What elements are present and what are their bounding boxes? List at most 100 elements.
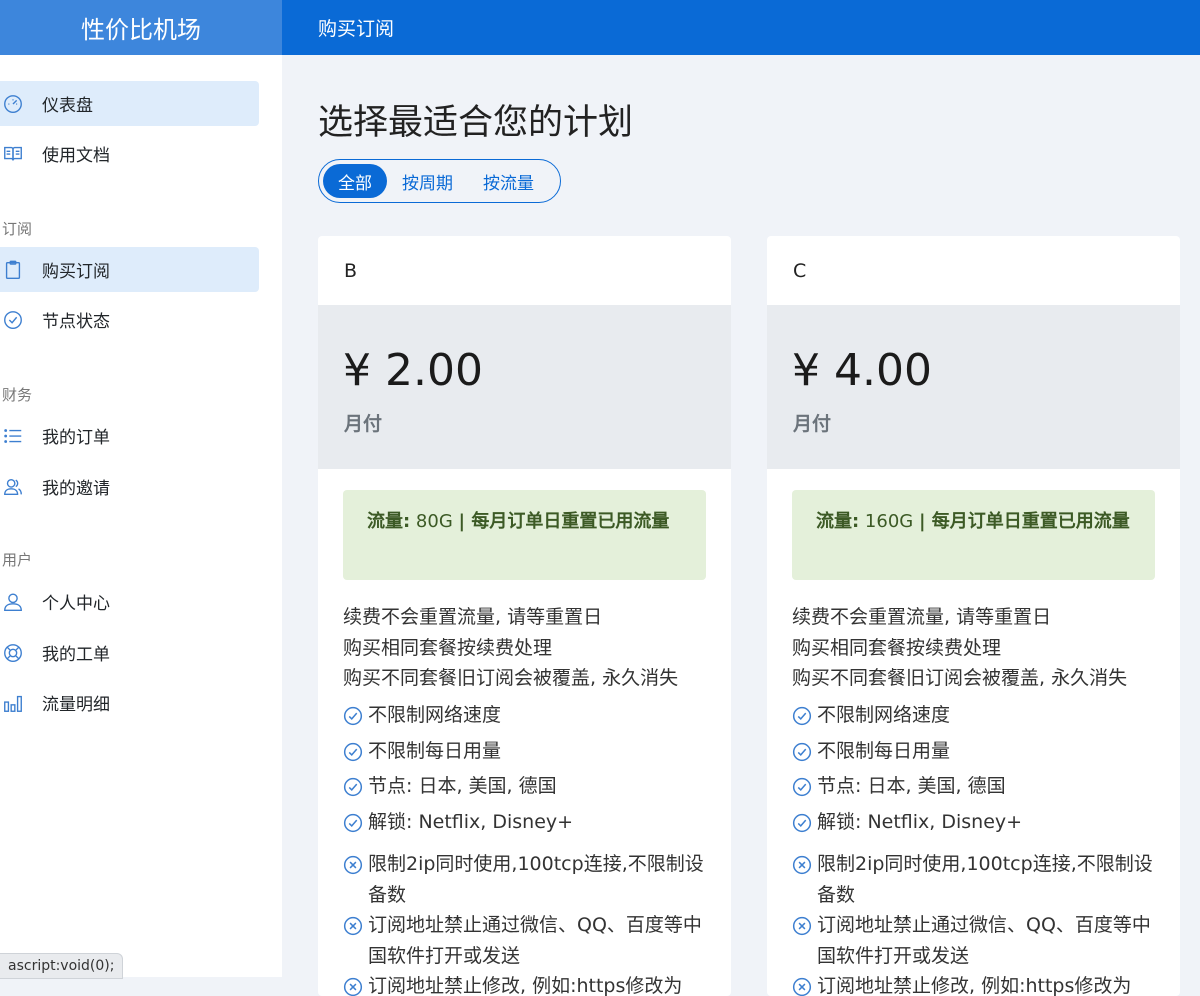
traffic-amount: 80G <box>410 511 459 532</box>
sidebar-item-profile[interactable]: 个人中心 <box>0 579 259 624</box>
users-icon <box>0 476 42 498</box>
traffic-reset-note: | 每月订单日重置已用流量 <box>458 511 670 532</box>
sidebar-item-tickets[interactable]: 我的工单 <box>0 630 259 675</box>
restriction-item: 限制2ip同时使用,100tcp连接,不限制设备数 <box>792 849 1167 910</box>
restriction-item: 订阅地址禁止修改, 例如:https修改为 <box>792 971 1167 996</box>
page-title: 选择最适合您的计划 <box>318 103 634 143</box>
x-circle-icon <box>792 849 817 885</box>
traffic-info: 流量: 160G | 每月订单日重置已用流量 <box>792 490 1155 580</box>
restriction-text: 订阅地址禁止修改, 例如:https修改为 <box>368 975 683 996</box>
plan-notes: 续费不会重置流量, 请等重置日 购买相同套餐按续费处理 购买不同套餐旧订阅会被覆… <box>792 602 1127 694</box>
section-label-user: 用户 <box>2 551 33 569</box>
feature-item: 节点: 日本, 美国, 德国 <box>343 771 718 807</box>
feature-text: 解锁: Netflix, Disney+ <box>368 810 574 833</box>
tab-all[interactable]: 全部 <box>323 164 387 198</box>
feature-text: 不限制每日用量 <box>368 739 502 762</box>
restriction-item: 订阅地址禁止通过微信、QQ、百度等中国软件打开或发送 <box>792 910 1167 971</box>
brand-logo[interactable]: 性价比机场 <box>0 0 282 55</box>
plan-note: 续费不会重置流量, 请等重置日 <box>343 606 603 628</box>
feature-item: 不限制网络速度 <box>792 700 1167 736</box>
feature-text: 不限制网络速度 <box>817 704 951 726</box>
tab-by-traffic[interactable]: 按流量 <box>468 164 549 198</box>
x-circle-icon <box>792 971 817 996</box>
sidebar-item-dashboard[interactable]: 仪表盘 <box>0 81 259 126</box>
plan-card-b[interactable]: B ¥ 2.00 月付 流量: 80G | 每月订单日重置已用流量 续费不会重置… <box>318 236 731 996</box>
sidebar-item-label: 流量明细 <box>42 695 110 715</box>
restriction-text: 订阅地址禁止通过微信、QQ、百度等中国软件打开或发送 <box>817 914 1151 967</box>
plan-name: C <box>793 260 807 282</box>
check-circle-icon <box>792 736 817 772</box>
restriction-text: 订阅地址禁止修改, 例如:https修改为 <box>817 975 1132 996</box>
sidebar-item-invites[interactable]: 我的邀请 <box>0 464 259 509</box>
user-icon <box>0 591 42 613</box>
section-label-subscription: 订阅 <box>2 220 33 238</box>
clipboard-icon <box>0 259 42 281</box>
sidebar: 仪表盘 使用文档 订阅 购买订阅 节点状态 财务 我的订单 我的邀请 用户 个人… <box>0 55 282 977</box>
check-circle-icon <box>343 700 368 736</box>
check-circle-icon <box>343 736 368 772</box>
sidebar-item-traffic-details[interactable]: 流量明细 <box>0 680 259 725</box>
feature-text: 节点: 日本, 美国, 德国 <box>368 775 557 797</box>
feature-text: 不限制网络速度 <box>368 704 502 726</box>
restriction-text: 限制2ip同时使用,100tcp连接,不限制设备数 <box>368 853 704 906</box>
traffic-prefix: 流量: <box>816 511 860 532</box>
feature-text: 解锁: Netflix, Disney+ <box>817 810 1023 833</box>
feature-item: 节点: 日本, 美国, 德国 <box>792 771 1167 807</box>
feature-list: 不限制网络速度 不限制每日用量 节点: 日本, 美国, 德国 解锁: Netfl… <box>343 700 718 996</box>
x-circle-icon <box>343 849 368 885</box>
plan-price: ¥ 4.00 <box>792 345 932 396</box>
traffic-info: 流量: 80G | 每月订单日重置已用流量 <box>343 490 706 580</box>
sidebar-item-docs[interactable]: 使用文档 <box>0 131 259 176</box>
price-block: ¥ 4.00 月付 <box>767 305 1180 469</box>
list-icon <box>0 425 42 447</box>
plan-period: 月付 <box>793 413 832 435</box>
sidebar-item-buy-subscription[interactable]: 购买订阅 <box>0 247 259 292</box>
plan-name: B <box>344 260 358 282</box>
feature-item: 不限制每日用量 <box>792 736 1167 772</box>
plan-note: 购买不同套餐旧订阅会被覆盖, 永久消失 <box>343 667 679 689</box>
plan-notes: 续费不会重置流量, 请等重置日 购买相同套餐按续费处理 购买不同套餐旧订阅会被覆… <box>343 602 678 694</box>
x-circle-icon <box>343 910 368 946</box>
bar-chart-icon <box>0 692 42 714</box>
sidebar-item-label: 个人中心 <box>42 594 110 614</box>
top-header: 购买订阅 <box>282 0 1200 55</box>
plan-filter-tabs: 全部 按周期 按流量 <box>318 159 561 203</box>
tab-by-period[interactable]: 按周期 <box>387 164 468 198</box>
sidebar-item-label: 我的工单 <box>42 645 110 665</box>
lifebuoy-icon <box>0 642 42 664</box>
plan-note: 续费不会重置流量, 请等重置日 <box>792 606 1052 628</box>
page-header-title: 购买订阅 <box>318 18 395 40</box>
section-label-finance: 财务 <box>2 386 33 404</box>
sidebar-item-node-status[interactable]: 节点状态 <box>0 297 259 342</box>
feature-item: 解锁: Netflix, Disney+ <box>343 807 718 843</box>
x-circle-icon <box>343 971 368 996</box>
check-circle-icon <box>792 771 817 807</box>
restriction-item: 订阅地址禁止修改, 例如:https修改为 <box>343 971 718 996</box>
price-block: ¥ 2.00 月付 <box>318 305 731 469</box>
sidebar-item-label: 节点状态 <box>42 312 110 332</box>
check-circle-icon <box>792 807 817 843</box>
traffic-amount: 160G <box>859 511 919 532</box>
sidebar-item-orders[interactable]: 我的订单 <box>0 413 259 458</box>
feature-item: 不限制网络速度 <box>343 700 718 736</box>
restriction-text: 订阅地址禁止通过微信、QQ、百度等中国软件打开或发送 <box>368 914 702 967</box>
sidebar-item-label: 我的订单 <box>42 428 110 448</box>
feature-text: 不限制每日用量 <box>817 739 951 762</box>
check-circle-icon <box>343 807 368 843</box>
plan-note: 购买不同套餐旧订阅会被覆盖, 永久消失 <box>792 667 1128 689</box>
restriction-item: 限制2ip同时使用,100tcp连接,不限制设备数 <box>343 849 718 910</box>
plan-card-c[interactable]: C ¥ 4.00 月付 流量: 160G | 每月订单日重置已用流量 续费不会重… <box>767 236 1180 996</box>
restriction-text: 限制2ip同时使用,100tcp连接,不限制设备数 <box>817 853 1153 906</box>
traffic-prefix: 流量: <box>367 511 411 532</box>
check-circle-icon <box>792 700 817 736</box>
x-circle-icon <box>792 910 817 946</box>
browser-status-link: ascript:void(0); <box>0 953 124 979</box>
book-icon <box>0 143 42 165</box>
dashboard-gauge-icon <box>0 93 42 115</box>
sidebar-item-label: 购买订阅 <box>42 262 110 282</box>
plan-period: 月付 <box>344 413 383 435</box>
feature-item: 不限制每日用量 <box>343 736 718 772</box>
traffic-reset-note: | 每月订单日重置已用流量 <box>918 511 1130 532</box>
check-circle-icon <box>0 309 42 331</box>
restriction-item: 订阅地址禁止通过微信、QQ、百度等中国软件打开或发送 <box>343 910 718 971</box>
